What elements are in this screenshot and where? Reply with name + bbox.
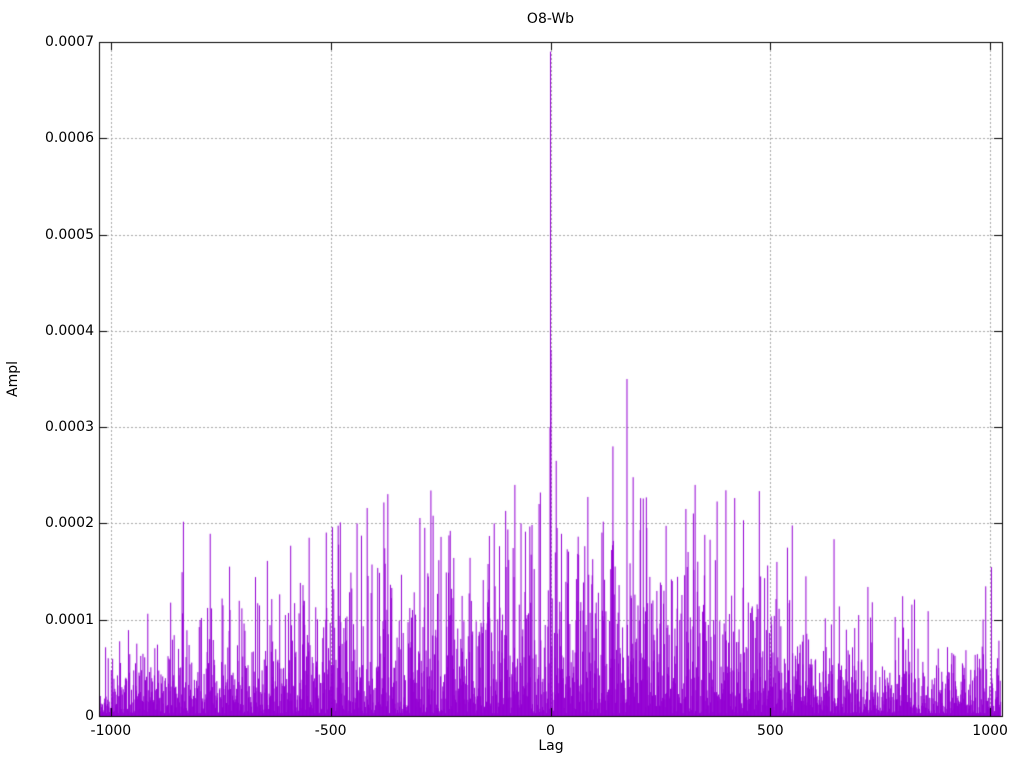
x-tick-label: 500 [756, 723, 784, 739]
y-tick-label: 0.0001 [45, 611, 94, 628]
y-tick-label: 0.0004 [45, 322, 94, 339]
chart-figure: O8-Wb Lag Ampl 0 0.0001 0.0002 0.0003 0.0004… [0, 0, 1024, 768]
y-tick-label: 0.0005 [45, 226, 94, 243]
y-tick-label: 0.0007 [45, 34, 94, 50]
y-tick-label: 0.0006 [45, 130, 94, 147]
y-tick-label: 0.0002 [45, 515, 94, 532]
plot-canvas [0, 0, 1024, 768]
x-axis-label: Lag [538, 738, 564, 754]
y-tick-label: 0.0003 [45, 419, 94, 436]
y-axis-label: Ampl [5, 361, 21, 397]
x-tick-label: -500 [314, 723, 347, 739]
x-tick-label: -1000 [90, 723, 132, 739]
y-tick-label: 0 [85, 708, 94, 724]
x-tick-label: 1000 [972, 723, 1008, 739]
chart-title: O8-Wb [526, 11, 575, 27]
x-tick-label: 0 [546, 723, 555, 739]
